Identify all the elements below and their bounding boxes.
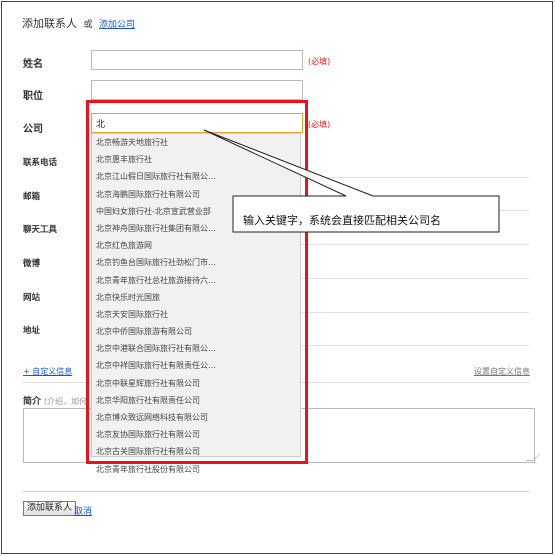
dropdown-item[interactable]: 北京中港联合国际旅行社有限公... xyxy=(92,340,300,357)
email-label: 邮箱 xyxy=(23,192,41,202)
name-input[interactable] xyxy=(91,50,303,70)
dropdown-item[interactable]: 北京博众致远网络科技有限公司 xyxy=(92,409,300,426)
intro-heading: 简介 (介绍，如何 xyxy=(23,394,87,407)
intro-label: 简介 xyxy=(23,397,42,407)
company-label: 公司 xyxy=(23,124,43,135)
dropdown-item[interactable]: 北京中祥国际旅行社有限责任公... xyxy=(92,357,300,374)
dropdown-item[interactable]: 北京华阳旅行社有限责任公司 xyxy=(92,392,300,409)
dropdown-item[interactable]: 北京红色旅游网 xyxy=(92,237,300,254)
dropdown-item[interactable]: 北京畅游天地旅行社 xyxy=(92,134,300,151)
dropdown-item[interactable]: 北京中联星辉旅行社有限公司 xyxy=(92,375,300,392)
dropdown-item[interactable]: 北京惠丰旅行社 xyxy=(92,151,300,168)
dropdown-item[interactable]: 北京江山假日国际旅行社有限公... xyxy=(92,168,300,185)
name-required: (必填) xyxy=(308,57,331,66)
add-custom-info-link[interactable]: + 自定义信息 xyxy=(23,366,72,377)
dropdown-item[interactable]: 北京青年旅行社总社旅游接待六... xyxy=(92,272,300,289)
dropdown-item[interactable]: 北京古关国际旅行社有限公司 xyxy=(92,443,300,460)
dropdown-item[interactable]: 北京快乐时光国旅 xyxy=(92,289,300,306)
address-label: 地址 xyxy=(23,326,41,336)
phone-label: 联系电话 xyxy=(23,158,58,168)
page-header: 添加联系人 或 添加公司 xyxy=(22,15,135,31)
name-label: 姓名 xyxy=(23,59,43,70)
company-required: (必填) xyxy=(308,120,331,129)
intro-hint: (介绍，如何 xyxy=(43,397,88,406)
add-company-link[interactable]: 添加公司 xyxy=(99,20,135,30)
dropdown-item[interactable]: 北京青年旅行社股份有限公司 xyxy=(92,461,300,478)
dropdown-item[interactable]: 北京天安国际旅行社 xyxy=(92,306,300,323)
dropdown-item[interactable]: 北京海鹏国际旅行社有限公司 xyxy=(92,186,300,203)
add-contact-button[interactable]: 添加联系人 xyxy=(23,501,77,516)
website-label: 网站 xyxy=(23,293,41,303)
position-input[interactable] xyxy=(91,80,303,100)
company-input[interactable] xyxy=(91,113,303,133)
dropdown-item[interactable]: 北京友协国际旅行社有限公司 xyxy=(92,426,300,443)
company-autocomplete-dropdown: 北京畅游天地旅行社 北京惠丰旅行社 北京江山假日国际旅行社有限公... 北京海鹏… xyxy=(91,133,301,474)
cancel-link[interactable]: 取消 xyxy=(74,504,92,517)
weibo-label: 微博 xyxy=(23,259,41,269)
position-label: 职位 xyxy=(23,91,43,102)
or-text: 或 xyxy=(83,20,93,30)
footer-divider xyxy=(23,491,529,492)
dropdown-item[interactable]: 北京钓鱼台国际旅行社劲松门市... xyxy=(92,254,300,271)
page-title: 添加联系人 xyxy=(22,17,77,30)
callout-text: 输入关键字，系统会直接匹配相关公司名 xyxy=(243,214,441,227)
chat-label: 聊天工具 xyxy=(23,225,58,235)
dropdown-item[interactable]: 北京中侨国际旅游有限公司 xyxy=(92,323,300,340)
custom-info-settings-link[interactable]: 设置自定义信息 xyxy=(474,366,530,377)
